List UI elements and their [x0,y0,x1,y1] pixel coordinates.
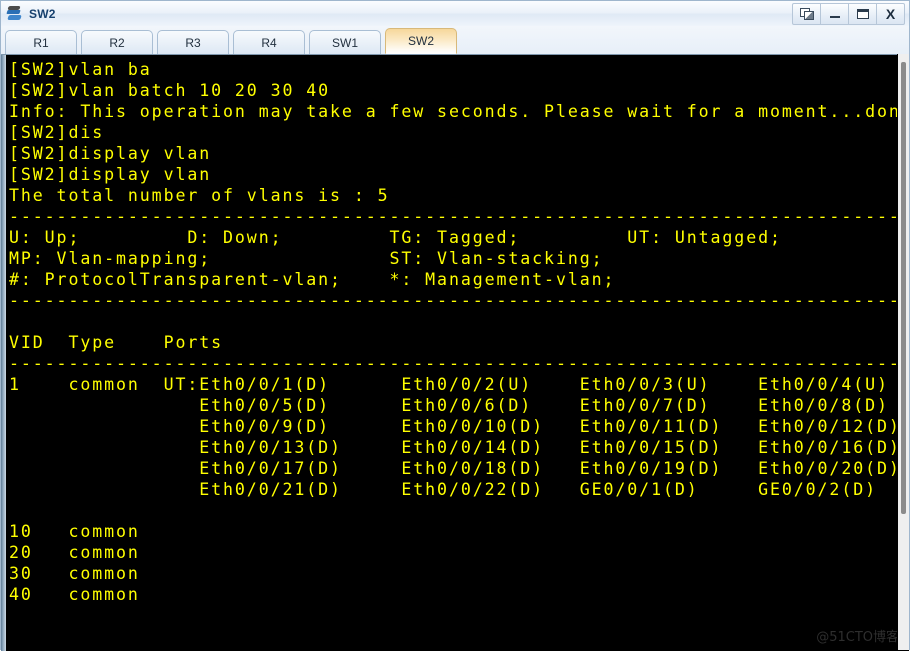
scrollbar-thumb[interactable] [901,62,906,514]
close-icon: X [885,5,896,22]
tab-label: R1 [33,35,49,50]
restore-icon [799,7,814,20]
terminal-scrollbar[interactable] [897,54,909,650]
tab-label: R4 [261,35,277,50]
watermark: @51CTO博客 [816,630,899,645]
window-title: SW2 [29,6,56,21]
terminal-output: [SW2]vlan ba [SW2]vlan batch 10 20 30 40… [9,60,909,604]
maximize-icon [856,8,869,19]
switch-icon [6,5,24,23]
tab-r3[interactable]: R3 [157,30,229,54]
restore-button[interactable] [792,2,821,25]
tab-label: R2 [109,35,125,50]
tab-label: R3 [185,35,201,50]
close-button[interactable]: X [877,2,905,25]
terminal-console[interactable]: [SW2]vlan ba [SW2]vlan batch 10 20 30 40… [6,55,909,651]
minimize-button[interactable] [821,2,849,25]
tab-sw2[interactable]: SW2 [385,28,457,54]
maximize-button[interactable] [849,2,877,25]
tab-label: SW1 [331,35,358,50]
tab-label: SW2 [407,34,434,48]
minimize-icon [829,16,840,18]
tab-r1[interactable]: R1 [5,30,77,54]
title-bar: SW2 X [1,1,909,27]
terminal-panel: [SW2]vlan ba [SW2]vlan batch 10 20 30 40… [1,54,909,651]
device-tab-strip: R1 R2 R3 R4 SW1 SW2 [1,26,909,54]
enssp-device-window: SW2 X R1 R2 R3 R4 SW1 SW2 [SW2]vlan ba [… [0,0,910,651]
window-controls: X [792,2,905,25]
tab-r2[interactable]: R2 [81,30,153,54]
tab-r4[interactable]: R4 [233,30,305,54]
tab-sw1[interactable]: SW1 [309,30,381,54]
